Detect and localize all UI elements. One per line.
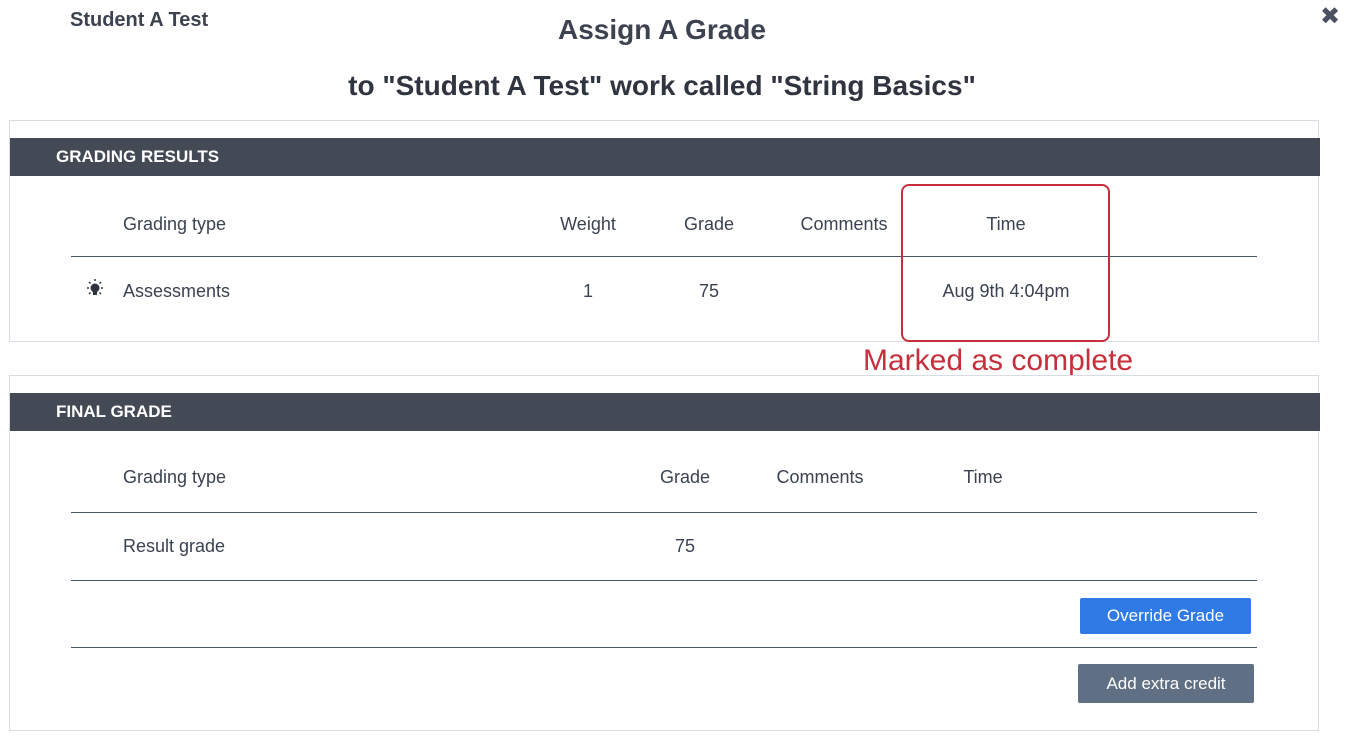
row-grade: 75 — [698, 281, 720, 301]
column-header-weight: Weight — [560, 214, 616, 234]
column-header-grading-type: Grading type — [123, 214, 227, 234]
column-header-comments: Comments — [800, 214, 888, 234]
final-grade-heading: FINAL GRADE — [10, 393, 1320, 431]
button-divider — [71, 647, 1257, 648]
annotation-label: Marked as complete — [863, 344, 1134, 377]
row-grading-type: Assessments — [123, 281, 231, 301]
column-header-grading-type: Grading type — [123, 467, 227, 487]
header-divider — [71, 512, 1257, 513]
annotation-highlight-box — [901, 184, 1110, 342]
column-header-grade: Grade — [659, 467, 711, 487]
override-grade-button[interactable]: Override Grade — [1080, 598, 1251, 634]
close-icon[interactable]: ✖ — [1318, 4, 1342, 30]
dialog-subtitle: to "Student A Test" work called "String … — [348, 70, 976, 101]
grading-results-panel: GRADING RESULTS Grading type Weight Grad… — [9, 120, 1320, 342]
add-extra-credit-button[interactable]: Add extra credit — [1078, 664, 1254, 703]
row-weight: 1 — [582, 281, 593, 301]
dialog-title: Assign A Grade — [558, 14, 766, 45]
row-grade: 75 — [674, 536, 696, 556]
lightbulb-icon — [87, 279, 103, 295]
assign-grade-dialog: Student A Test Assign A Grade to "Studen… — [0, 0, 1348, 740]
grading-results-heading: GRADING RESULTS — [10, 138, 1320, 176]
row-grading-type: Result grade — [123, 536, 226, 556]
row-divider — [71, 580, 1257, 581]
final-grade-panel: FINAL GRADE Grading type Grade Comments … — [9, 375, 1320, 731]
column-header-grade: Grade — [683, 214, 735, 234]
column-header-time: Time — [963, 467, 1003, 487]
column-header-comments: Comments — [776, 467, 864, 487]
